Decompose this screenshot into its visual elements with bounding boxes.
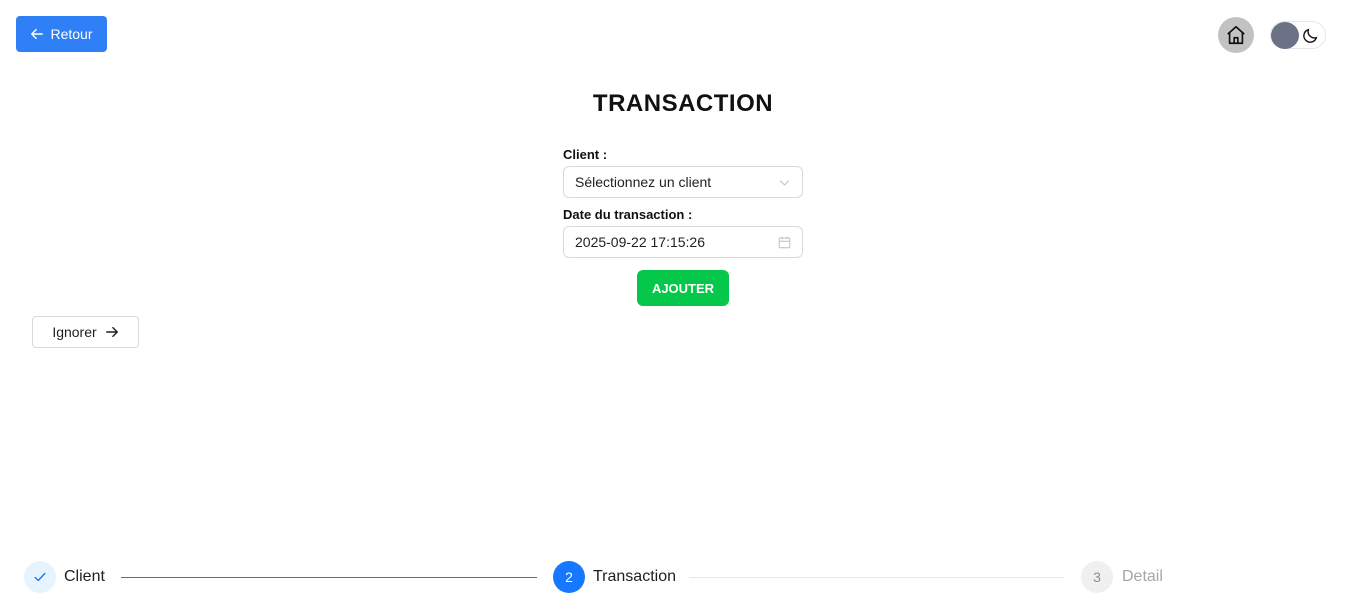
home-button[interactable]: [1218, 17, 1254, 53]
check-icon: [34, 572, 46, 582]
chevron-down-icon: [779, 179, 790, 186]
step-transaction-title[interactable]: Transaction: [593, 568, 676, 586]
client-select[interactable]: Sélectionnez un client: [563, 166, 803, 198]
step-detail-title[interactable]: Detail: [1122, 568, 1163, 586]
back-button[interactable]: Retour: [16, 16, 107, 52]
back-button-label: Retour: [50, 26, 93, 42]
toggle-knob: [1271, 22, 1299, 49]
arrow-right-icon: [105, 326, 118, 338]
calendar-icon: [778, 236, 791, 248]
step-detail-icon[interactable]: 3: [1081, 561, 1113, 593]
arrow-left-icon: [31, 28, 44, 40]
step-client-title[interactable]: Client: [64, 568, 105, 586]
date-label: Date du transaction :: [563, 207, 693, 222]
date-value: 2025-09-22 17:15:26: [575, 234, 705, 250]
home-icon: [1227, 25, 1245, 45]
date-picker[interactable]: 2025-09-22 17:15:26: [563, 226, 803, 258]
client-label: Client :: [563, 147, 608, 162]
add-button[interactable]: AJOUTER: [637, 270, 729, 306]
step-client-icon[interactable]: [24, 561, 56, 593]
ignore-button[interactable]: Ignorer: [32, 316, 139, 348]
moon-icon: [1303, 28, 1318, 43]
step-detail-number: 3: [1093, 569, 1101, 585]
step-connector-2: [689, 577, 1064, 578]
step-transaction-icon[interactable]: 2: [553, 561, 585, 593]
transaction-form: Client : Sélectionnez un client Date du …: [563, 146, 803, 306]
step-transaction-number: 2: [565, 569, 573, 585]
ignore-button-label: Ignorer: [52, 324, 97, 340]
client-select-placeholder: Sélectionnez un client: [575, 174, 712, 190]
steps: Client 2 Transaction 3 Detail: [0, 561, 1366, 593]
step-connector-1: [121, 577, 537, 578]
page-title: TRANSACTION: [592, 90, 774, 117]
theme-toggle[interactable]: [1270, 21, 1326, 49]
